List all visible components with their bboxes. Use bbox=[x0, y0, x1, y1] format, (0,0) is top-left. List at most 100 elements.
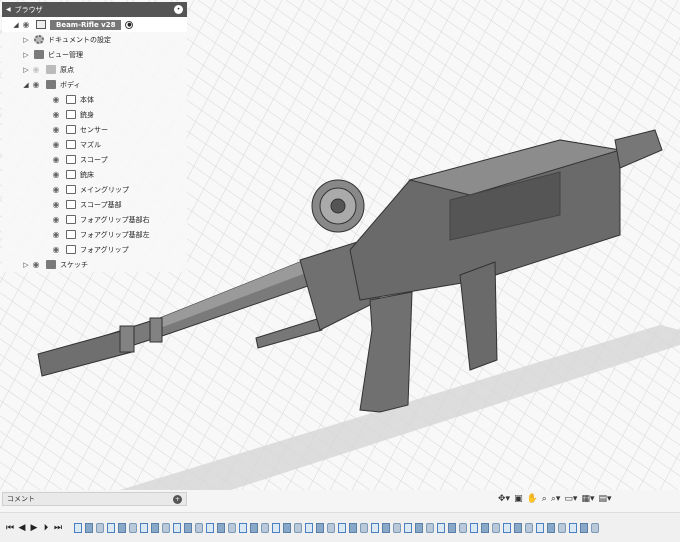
timeline-feature[interactable] bbox=[448, 522, 456, 533]
timeline-feature[interactable] bbox=[206, 522, 214, 533]
browser-item[interactable]: ▷ ◉ スケッチ bbox=[2, 257, 187, 272]
timeline-feature[interactable] bbox=[492, 522, 500, 533]
timeline-feature[interactable] bbox=[305, 522, 313, 533]
timeline-feature[interactable] bbox=[250, 522, 258, 533]
expand-arrow-icon[interactable]: ▷ bbox=[22, 66, 30, 74]
timeline-feature[interactable] bbox=[228, 522, 236, 533]
timeline-feature[interactable] bbox=[96, 522, 104, 533]
timeline-feature[interactable] bbox=[239, 522, 247, 533]
hand-icon[interactable]: ✋ bbox=[527, 494, 538, 504]
timeline-feature[interactable] bbox=[580, 522, 588, 533]
timeline-feature[interactable] bbox=[558, 522, 566, 533]
timeline-feature[interactable] bbox=[349, 522, 357, 533]
timeline-track[interactable] bbox=[74, 522, 599, 533]
browser-item[interactable]: ▷ ドキュメントの設定 bbox=[2, 32, 187, 47]
expand-arrow-icon[interactable]: ◢ bbox=[22, 81, 30, 89]
timeline-feature[interactable] bbox=[536, 522, 544, 533]
orbit-icon[interactable]: ✥▾ bbox=[498, 494, 510, 504]
timeline-feature[interactable] bbox=[195, 522, 203, 533]
expand-arrow-icon[interactable]: ▷ bbox=[22, 36, 30, 44]
timeline-feature[interactable] bbox=[294, 522, 302, 533]
timeline-feature[interactable] bbox=[470, 522, 478, 533]
timeline-feature[interactable] bbox=[404, 522, 412, 533]
expand-arrow-icon[interactable]: ▷ bbox=[22, 51, 30, 59]
timeline-feature[interactable] bbox=[74, 522, 82, 533]
eye-icon[interactable]: ◉ bbox=[50, 215, 62, 224]
browser-item[interactable]: ◉ フォアグリップ bbox=[2, 242, 187, 257]
timeline-feature[interactable] bbox=[151, 522, 159, 533]
timeline-feature[interactable] bbox=[316, 522, 324, 533]
timeline-feature[interactable] bbox=[217, 522, 225, 533]
timeline-feature[interactable] bbox=[173, 522, 181, 533]
browser-item[interactable]: ◉ マズル bbox=[2, 137, 187, 152]
browser-item[interactable]: ◢ ◉ ボディ bbox=[2, 77, 187, 92]
collapse-icon[interactable]: ◀ bbox=[6, 6, 11, 13]
eye-icon[interactable]: ◉ bbox=[50, 110, 62, 119]
step-forward-icon[interactable]: ⏵ bbox=[40, 523, 52, 533]
eye-icon[interactable]: ◉ bbox=[50, 140, 62, 149]
stock[interactable] bbox=[459, 261, 498, 371]
timeline-feature[interactable] bbox=[360, 522, 368, 533]
timeline-feature[interactable] bbox=[261, 522, 269, 533]
browser-item[interactable]: ◉ スコープ基部 bbox=[2, 197, 187, 212]
eye-icon[interactable]: ◉ bbox=[50, 125, 62, 134]
collapse-arrow-icon[interactable]: ◢ bbox=[12, 21, 20, 29]
browser-item[interactable]: ▷ ◉ 原点 bbox=[2, 62, 187, 77]
timeline-feature[interactable] bbox=[569, 522, 577, 533]
comment-panel[interactable]: コメント + bbox=[2, 492, 187, 506]
eye-icon[interactable]: ◉ bbox=[50, 95, 62, 104]
root-document-row[interactable]: ◢ ◉ Beam-Rifle v28 ● bbox=[2, 17, 187, 32]
eye-icon[interactable]: ◉ bbox=[30, 80, 42, 89]
eye-icon[interactable]: ◉ bbox=[30, 65, 42, 74]
timeline-feature[interactable] bbox=[129, 522, 137, 533]
fore-rod[interactable] bbox=[255, 317, 323, 349]
browser-item[interactable]: ◉ フォアグリップ基部右 bbox=[2, 212, 187, 227]
comment-add-icon[interactable]: + bbox=[173, 494, 182, 504]
eye-icon[interactable]: ◉ bbox=[50, 185, 62, 194]
timeline-feature[interactable] bbox=[525, 522, 533, 533]
timeline-feature[interactable] bbox=[184, 522, 192, 533]
timeline-feature[interactable] bbox=[393, 522, 401, 533]
timeline-feature[interactable] bbox=[481, 522, 489, 533]
expand-arrow-icon[interactable]: ▷ bbox=[22, 261, 30, 269]
browser-item[interactable]: ◉ 銃床 bbox=[2, 167, 187, 182]
activate-radio-icon[interactable]: ● bbox=[125, 20, 134, 29]
display-icon[interactable]: ▭▾ bbox=[564, 494, 577, 504]
timeline-feature[interactable] bbox=[437, 522, 445, 533]
timeline-feature[interactable] bbox=[85, 522, 93, 533]
browser-item[interactable]: ◉ 銃身 bbox=[2, 107, 187, 122]
eye-icon[interactable]: ◉ bbox=[50, 245, 62, 254]
main-grip[interactable] bbox=[359, 291, 413, 413]
timeline-feature[interactable] bbox=[272, 522, 280, 533]
viewport-icon[interactable]: ▤▾ bbox=[598, 494, 611, 504]
zoom-fit-icon[interactable]: ⌕▾ bbox=[551, 494, 561, 504]
timeline-feature[interactable] bbox=[283, 522, 291, 533]
browser-pin-icon[interactable]: • bbox=[174, 5, 183, 14]
browser-item[interactable]: ▷ ビュー管理 bbox=[2, 47, 187, 62]
browser-header[interactable]: ◀ ブラウザ • bbox=[2, 2, 187, 17]
timeline-feature[interactable] bbox=[327, 522, 335, 533]
eye-icon[interactable]: ◉ bbox=[50, 155, 62, 164]
eye-icon[interactable]: ◉ bbox=[20, 20, 32, 29]
zoom-icon[interactable]: ⌕ bbox=[542, 494, 547, 504]
browser-item[interactable]: ◉ 本体 bbox=[2, 92, 187, 107]
timeline-feature[interactable] bbox=[162, 522, 170, 533]
timeline-feature[interactable] bbox=[371, 522, 379, 533]
timeline-feature[interactable] bbox=[118, 522, 126, 533]
timeline-feature[interactable] bbox=[503, 522, 511, 533]
timeline-feature[interactable] bbox=[459, 522, 467, 533]
play-icon[interactable]: ▶ bbox=[28, 523, 40, 533]
timeline-feature[interactable] bbox=[514, 522, 522, 533]
browser-item[interactable]: ◉ フォアグリップ基部左 bbox=[2, 227, 187, 242]
timeline-feature[interactable] bbox=[382, 522, 390, 533]
pan-icon[interactable]: ▣ bbox=[514, 494, 523, 504]
timeline-feature[interactable] bbox=[426, 522, 434, 533]
go-to-start-icon[interactable]: ⏮ bbox=[4, 523, 16, 533]
browser-item[interactable]: ◉ スコープ bbox=[2, 152, 187, 167]
browser-item[interactable]: ◉ センサー bbox=[2, 122, 187, 137]
rear-cap[interactable] bbox=[614, 129, 663, 169]
timeline-feature[interactable] bbox=[338, 522, 346, 533]
eye-icon[interactable]: ◉ bbox=[50, 200, 62, 209]
eye-icon[interactable]: ◉ bbox=[30, 260, 42, 269]
timeline-feature[interactable] bbox=[547, 522, 555, 533]
